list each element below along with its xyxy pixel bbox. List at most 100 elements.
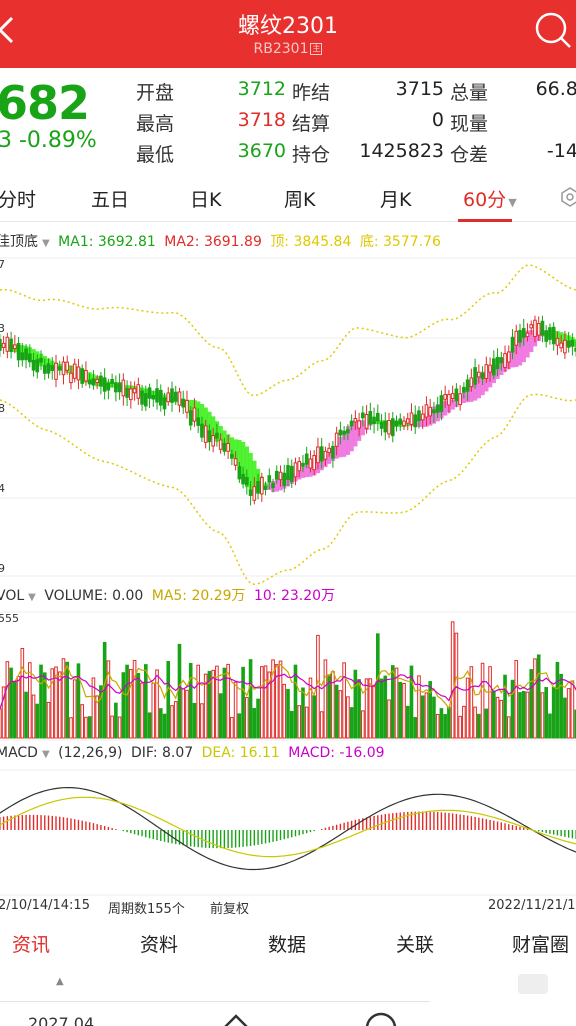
candle-body <box>383 420 388 433</box>
volume-bar <box>13 680 17 739</box>
volume-bar <box>480 662 485 739</box>
volume-bar <box>387 699 391 739</box>
up-caret-icon: ▲ <box>56 976 64 987</box>
volume-bar <box>458 715 462 739</box>
volume-bar <box>477 713 481 739</box>
volume-bar <box>252 708 257 739</box>
candle-body <box>375 412 380 422</box>
candle-body <box>35 359 40 373</box>
candle-body <box>54 362 58 380</box>
candle-body <box>117 382 122 393</box>
candle-body <box>91 378 96 386</box>
volume-bar <box>308 677 313 739</box>
volume-bar <box>301 687 305 739</box>
candle-body <box>346 429 350 434</box>
candle-body <box>1 342 6 348</box>
candle-body <box>304 453 309 465</box>
candle-body <box>173 391 178 402</box>
candle-body <box>158 389 163 406</box>
candle-body <box>357 420 361 429</box>
volume-bar <box>334 684 339 739</box>
candle-body <box>417 410 421 422</box>
kline-chart-area[interactable] <box>0 0 576 900</box>
volume-bar <box>432 696 436 739</box>
volume-bar <box>278 660 283 739</box>
candle-body <box>525 332 530 338</box>
volume-bar <box>72 679 77 739</box>
volume-bar <box>0 708 2 739</box>
volume-bar <box>353 669 358 739</box>
volume-bar <box>312 695 317 739</box>
price-axis-label: 9 <box>0 562 5 575</box>
volume-bar <box>211 669 215 739</box>
volume-bar <box>57 671 62 739</box>
candle-body <box>72 363 77 379</box>
volume-bar <box>405 705 410 739</box>
candle-body <box>484 364 489 379</box>
volume-bar <box>491 690 496 739</box>
candle-body <box>222 442 227 452</box>
volume-bar <box>413 717 418 739</box>
macd-chart <box>0 787 576 871</box>
candle-body <box>233 458 238 466</box>
candle-body <box>469 377 474 388</box>
candle-body <box>390 418 395 437</box>
volume-bar <box>394 667 399 739</box>
candle-body <box>319 446 324 462</box>
candle-body <box>394 420 399 427</box>
volume-bar <box>259 666 264 739</box>
volume-bar <box>428 681 433 739</box>
share-arrow-icon[interactable] <box>216 1008 256 1026</box>
search-icon[interactable] <box>364 1008 398 1026</box>
candle-body <box>80 368 85 384</box>
volume-bar <box>27 662 32 739</box>
volume-bar <box>5 661 10 739</box>
tab-news[interactable]: 资讯 <box>12 930 50 957</box>
candle-body <box>76 366 81 381</box>
candle-body <box>334 432 339 447</box>
volume-chart <box>0 621 576 739</box>
candle-body <box>432 409 436 414</box>
volume-bar <box>196 664 201 739</box>
volume-bar <box>151 682 156 739</box>
volume-bar <box>454 632 459 739</box>
candle-body <box>540 320 545 336</box>
volume-bar <box>536 654 541 739</box>
volume-bar <box>121 672 126 739</box>
tab-related[interactable]: 关联 <box>396 930 434 957</box>
volume-bar <box>170 705 174 739</box>
chart-time-info: 2/10/14/14:15 周期数155个 前复权 2022/11/21/10 <box>0 896 576 917</box>
volume-bar <box>499 699 504 739</box>
candle-body <box>278 471 283 481</box>
candle-body <box>226 442 230 452</box>
candle-body <box>218 439 223 450</box>
volume-bar <box>383 675 388 739</box>
volume-bar <box>521 690 526 739</box>
candle-body <box>402 420 406 427</box>
candle-body <box>181 398 186 408</box>
candle-body <box>405 418 410 424</box>
candle-body <box>39 357 43 363</box>
volume-bar <box>375 633 380 739</box>
candle-body <box>132 388 137 394</box>
main-chart-grid <box>0 257 576 896</box>
candle-body <box>196 417 201 426</box>
candle-body <box>349 420 354 427</box>
candle-body <box>364 413 369 429</box>
volume-bar <box>132 660 137 739</box>
volume-bar <box>9 667 13 739</box>
candle-body <box>563 339 567 354</box>
tab-data[interactable]: 数据 <box>268 930 306 957</box>
volume-bar <box>435 713 440 739</box>
volume-bar <box>155 669 159 739</box>
menu-button[interactable] <box>518 974 548 994</box>
volume-bar <box>20 647 25 739</box>
candle-body <box>271 482 275 489</box>
volume-bar <box>473 706 477 739</box>
candle-body <box>331 445 335 459</box>
candle-body <box>368 411 373 425</box>
tab-wealth-circle[interactable]: 财富圈 <box>512 930 569 957</box>
candle-body <box>256 481 260 494</box>
tab-profile[interactable]: 资料 <box>140 930 178 957</box>
candle-body <box>87 379 92 385</box>
